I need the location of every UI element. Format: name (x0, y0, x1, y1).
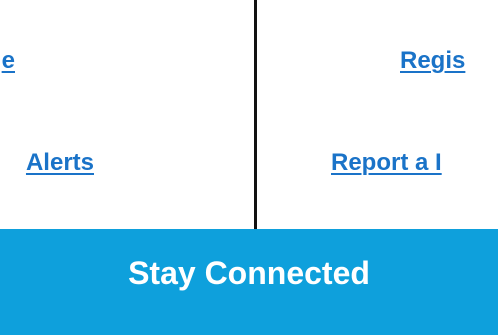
right-link-register[interactable]: Regis (400, 47, 465, 75)
right-link-report[interactable]: Report a I (331, 149, 442, 177)
banner-title: Stay Connected (128, 255, 370, 291)
left-link-alerts[interactable]: Alerts (26, 149, 94, 177)
page: e Alerts Regis Report a I Stay Connected (0, 0, 498, 335)
left-link-1[interactable]: e (2, 47, 15, 75)
column-divider (254, 0, 257, 229)
